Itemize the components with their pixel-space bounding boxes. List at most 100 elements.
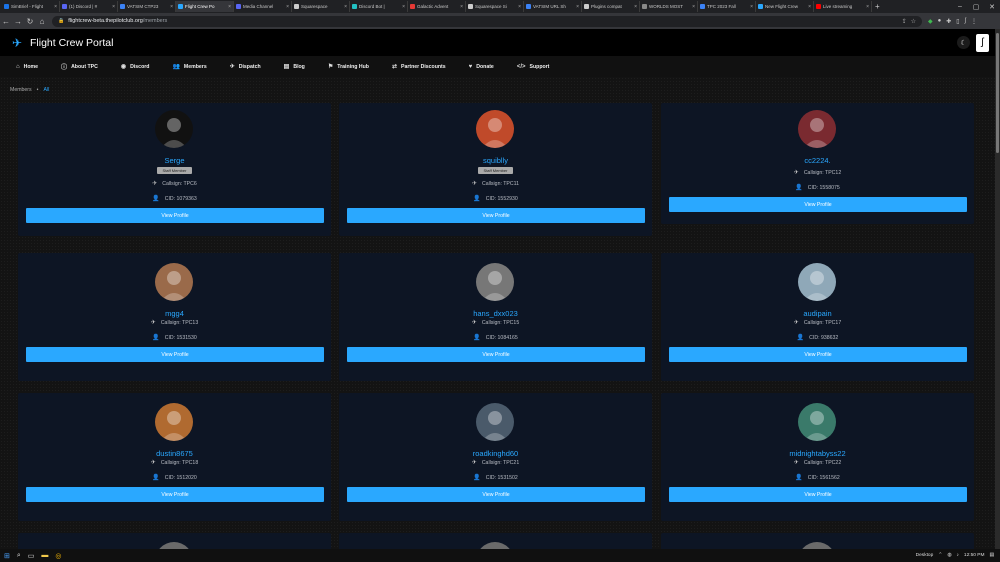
close-icon[interactable]: ✕	[984, 3, 1000, 11]
member-name[interactable]: squiblly	[339, 156, 652, 165]
tab-close-icon[interactable]: ×	[634, 4, 637, 10]
scrollbar-thumb[interactable]	[996, 33, 999, 153]
profile-icon[interactable]: ʃ	[965, 18, 966, 24]
dark-mode-toggle-icon[interactable]: ☾	[957, 36, 970, 49]
member-avatar[interactable]	[798, 110, 836, 148]
member-avatar[interactable]	[476, 403, 514, 441]
maximize-icon[interactable]: ▢	[968, 3, 984, 11]
member-name[interactable]: dustin8675	[18, 449, 331, 458]
member-avatar[interactable]	[155, 542, 193, 549]
view-profile-button[interactable]: View Profile	[347, 208, 645, 223]
view-profile-button[interactable]: View Profile	[26, 208, 324, 223]
nav-item-donate[interactable]: ♥ Donate	[469, 64, 494, 70]
member-avatar[interactable]	[476, 263, 514, 301]
browser-tab[interactable]: Plugins compat ×	[582, 1, 640, 12]
nav-item-partner-discounts[interactable]: ⇄ Partner Discounts	[392, 63, 446, 71]
tab-close-icon[interactable]: ×	[402, 4, 405, 10]
member-name[interactable]: roadkinghd60	[339, 449, 652, 458]
menu-icon[interactable]: ⋮	[971, 18, 977, 25]
nav-item-blog[interactable]: ▤ Blog	[284, 63, 305, 71]
member-name[interactable]: midnightabyss22	[661, 449, 974, 458]
tab-close-icon[interactable]: ×	[518, 4, 521, 10]
tab-close-icon[interactable]: ×	[112, 4, 115, 10]
back-icon[interactable]: ←	[0, 17, 12, 26]
member-avatar[interactable]	[476, 110, 514, 148]
view-profile-button[interactable]: View Profile	[347, 347, 645, 362]
browser-tab[interactable]: WORLDS MOST ×	[640, 1, 698, 12]
browser-tab[interactable]: Squarespace Si ×	[466, 1, 524, 12]
nav-item-members[interactable]: 👥 Members	[172, 63, 206, 71]
member-name[interactable]: hans_dxx023	[339, 309, 652, 318]
chrome-icon[interactable]: ◎	[55, 552, 61, 560]
volume-icon[interactable]: ♪	[957, 553, 959, 558]
tab-close-icon[interactable]: ×	[808, 4, 811, 10]
member-avatar[interactable]	[155, 403, 193, 441]
view-profile-button[interactable]: View Profile	[669, 487, 967, 502]
nav-item-about-tpc[interactable]: ⓘ About TPC	[61, 62, 98, 72]
tab-close-icon[interactable]: ×	[170, 4, 173, 10]
browser-tab[interactable]: Squarespace ×	[292, 1, 350, 12]
browser-tab[interactable]: SimBrief - Flight ×	[2, 1, 60, 12]
member-name[interactable]: cc2224.	[661, 156, 974, 165]
member-avatar[interactable]	[798, 263, 836, 301]
member-avatar[interactable]	[155, 263, 193, 301]
share-icon[interactable]: ⇪	[902, 18, 907, 25]
tab-close-icon[interactable]: ×	[344, 4, 347, 10]
file-explorer-icon[interactable]: ▬	[41, 552, 48, 559]
puzzle-icon[interactable]: ✚	[946, 18, 951, 25]
task-view-icon[interactable]: ▭	[28, 552, 35, 560]
nav-item-discord[interactable]: ◉ Discord	[121, 63, 150, 71]
member-avatar[interactable]	[155, 110, 193, 148]
extension-icon[interactable]: ●	[938, 18, 942, 24]
forward-icon[interactable]: →	[12, 17, 24, 26]
windows-start-icon[interactable]: ⊞	[4, 552, 10, 560]
tray-arrow-icon[interactable]: ⌃	[938, 553, 942, 558]
view-profile-button[interactable]: View Profile	[347, 487, 645, 502]
browser-tab[interactable]: (1) Discord | # ×	[60, 1, 118, 12]
tab-close-icon[interactable]: ×	[750, 4, 753, 10]
nav-item-training-hub[interactable]: ⚑ Training Hub	[328, 63, 369, 71]
bookmark-star-icon[interactable]: ☆	[911, 18, 916, 25]
tab-close-icon[interactable]: ×	[54, 4, 57, 10]
browser-tab[interactable]: Media Channel ×	[234, 1, 292, 12]
home-browser-icon[interactable]: ⌂	[36, 17, 48, 26]
reload-icon[interactable]: ↻	[24, 17, 36, 26]
browser-tab[interactable]: Live streaming ×	[814, 1, 872, 12]
member-name[interactable]: audipain	[661, 309, 974, 318]
clock[interactable]: 12:50 PM	[964, 553, 985, 558]
member-avatar[interactable]	[798, 542, 836, 549]
browser-tab[interactable]: New Flight Crew ×	[756, 1, 814, 12]
browser-tab[interactable]: VATSIM CTP23 ×	[118, 1, 176, 12]
sidebar-icon[interactable]: ▯	[956, 18, 959, 25]
notification-icon[interactable]: ▤	[989, 553, 994, 558]
user-avatar[interactable]: ʃ	[976, 33, 989, 52]
view-profile-button[interactable]: View Profile	[669, 197, 967, 212]
network-icon[interactable]: ◍	[947, 553, 951, 558]
browser-tab[interactable]: Galactic Advent ×	[408, 1, 466, 12]
browser-tab[interactable]: TPC 2023 Fall ×	[698, 1, 756, 12]
member-name[interactable]: Serge	[18, 156, 331, 165]
view-profile-button[interactable]: View Profile	[26, 347, 324, 362]
browser-tab[interactable]: Discord Bot | ×	[350, 1, 408, 12]
view-profile-button[interactable]: View Profile	[669, 347, 967, 362]
tab-close-icon[interactable]: ×	[692, 4, 695, 10]
search-icon[interactable]: ⌕	[17, 552, 21, 560]
view-profile-button[interactable]: View Profile	[26, 487, 324, 502]
tab-close-icon[interactable]: ×	[460, 4, 463, 10]
nav-item-support[interactable]: </> Support	[517, 64, 550, 70]
site-title[interactable]: Flight Crew Portal	[30, 37, 113, 49]
new-tab-icon[interactable]: +	[875, 2, 880, 11]
minimize-icon[interactable]: –	[952, 3, 968, 10]
browser-tab[interactable]: Flight Crew Po ×	[176, 1, 234, 12]
member-name[interactable]: mgg4	[18, 309, 331, 318]
extension-icon[interactable]: ◆	[928, 18, 933, 25]
breadcrumb-members[interactable]: Members	[10, 87, 32, 93]
member-avatar[interactable]	[476, 542, 514, 549]
address-bar[interactable]: 🔒 flightcrew-beta.thepilotclub.org/membe…	[52, 15, 922, 27]
member-avatar[interactable]	[798, 403, 836, 441]
page-scrollbar[interactable]	[995, 29, 1000, 549]
tab-close-icon[interactable]: ×	[228, 4, 231, 10]
tab-close-icon[interactable]: ×	[286, 4, 289, 10]
nav-item-dispatch[interactable]: ✈ Dispatch	[230, 63, 261, 71]
tab-close-icon[interactable]: ×	[576, 4, 579, 10]
